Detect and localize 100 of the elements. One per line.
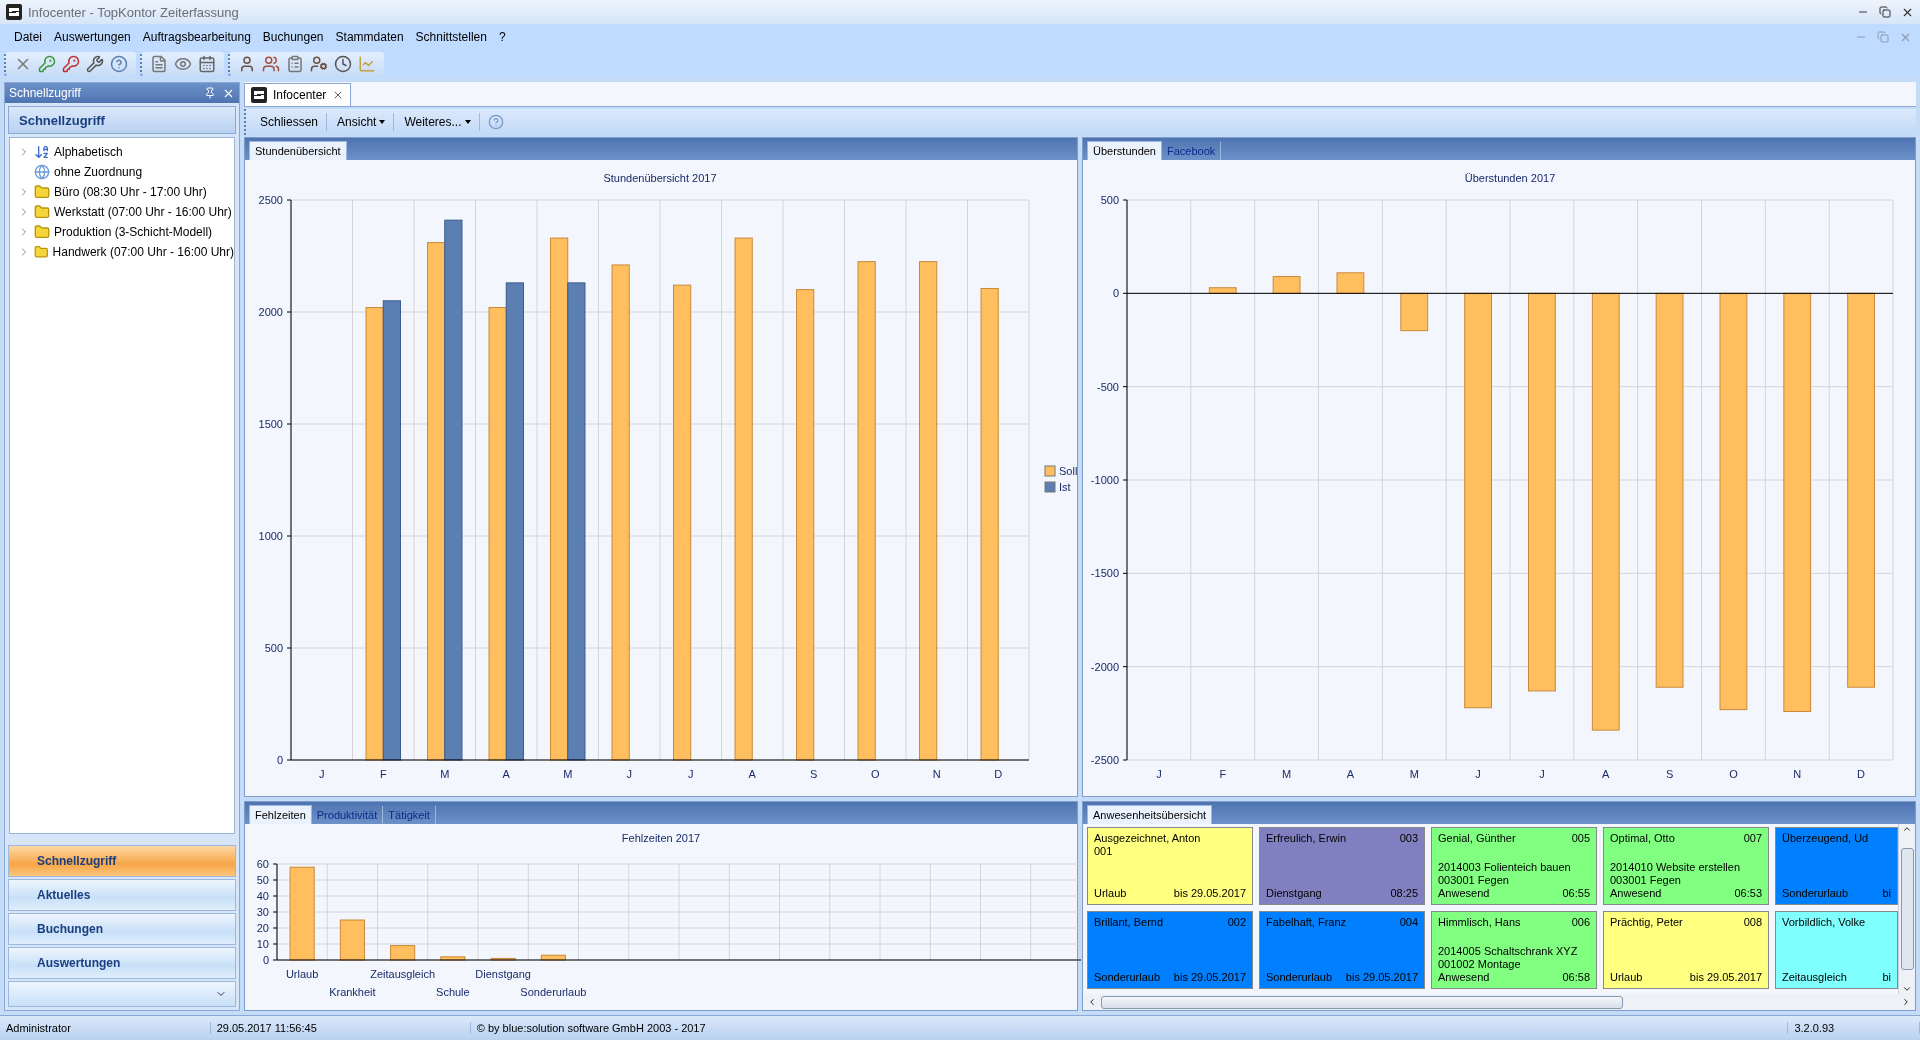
status-detail: bis 29.05.2017	[1689, 971, 1762, 984]
axis-label: D	[994, 768, 1003, 780]
status-text: 29.05.2017 11:56:45	[210, 1022, 471, 1034]
axis-label: 50	[256, 874, 269, 886]
axis-label: -1000	[1090, 474, 1119, 486]
axis-label: M	[1282, 768, 1292, 780]
panel-title: Schnellzugriff	[9, 86, 81, 100]
window-title: Infocenter - TopKontor Zeiterfassung	[28, 4, 240, 20]
employee-name: Erfreulich, Erwin	[1266, 832, 1347, 845]
card-line: 2014003 Folienteich bauen	[1438, 861, 1572, 874]
axis-label: Krankheit	[329, 986, 376, 998]
employee-number: 003	[1399, 832, 1418, 845]
status-text: 3.2.0.93	[1788, 1022, 1920, 1034]
axis-label: 500	[1100, 194, 1119, 206]
axis-label: D	[1857, 768, 1866, 780]
presence-status: Dienstgang	[1266, 887, 1322, 900]
axis-label: -500	[1096, 380, 1119, 393]
axis-label: 20	[256, 922, 269, 934]
axis-label: M	[1409, 768, 1419, 780]
employee-name: Überzeugend, Ud	[1782, 832, 1869, 845]
axis-label: N	[932, 768, 941, 780]
presence-status: Urlaub	[1610, 971, 1643, 984]
presence-status: Anwesend	[1438, 887, 1490, 900]
axis-label: J	[626, 768, 632, 780]
status-detail: 08:25	[1390, 887, 1418, 900]
axis-label: -2000	[1090, 660, 1119, 673]
axis-label: Schule	[436, 986, 470, 998]
status-detail: bis 29.05.2017	[1173, 887, 1246, 900]
employee-name: Vorbildlich, Volke	[1782, 916, 1866, 929]
axis-label: J	[1475, 768, 1481, 780]
axis-label: J	[688, 768, 694, 780]
status-detail: 06:53	[1734, 887, 1762, 900]
axis-label: 500	[264, 642, 283, 654]
chart-title: Überstunden 2017	[1464, 172, 1556, 184]
employee-number: 005	[1571, 832, 1590, 845]
axis-label: A	[1602, 768, 1610, 780]
axis-label: 60	[256, 858, 269, 870]
employee-number: 006	[1571, 916, 1590, 929]
card-line: 003001 Fegen	[1438, 874, 1510, 887]
presence-status: Sonderurlaub	[1782, 887, 1849, 900]
axis-label: 1500	[258, 418, 283, 430]
axis-label: -1500	[1090, 567, 1119, 580]
axis-label: Urlaub	[285, 968, 319, 980]
presence-status: Anwesend	[1438, 971, 1490, 984]
axis-label: M	[563, 768, 573, 780]
axis-label: Zeitausgleich	[370, 968, 436, 980]
presence-status: Sonderurlaub	[1266, 971, 1333, 984]
axis-label: F	[379, 768, 387, 780]
employee-number: 002	[1227, 916, 1246, 929]
axis-label: 30	[256, 906, 269, 918]
axis-label: J	[1156, 768, 1162, 780]
axis-label: 1000	[258, 530, 283, 542]
axis-label: 0	[1112, 287, 1119, 300]
presence-status: Anwesend	[1610, 887, 1662, 900]
employee-name: Genial, Günther	[1438, 832, 1516, 845]
card-line: 001	[1094, 845, 1114, 858]
employee-name: Fabelhaft, Franz	[1266, 916, 1347, 929]
legend-label: Soll	[1059, 465, 1078, 477]
axis-label: Dienstgang	[475, 968, 531, 980]
chart-title: Fehlzeiten 2017	[621, 832, 701, 844]
axis-label: A	[748, 768, 756, 780]
presence-status: Sonderurlaub	[1094, 971, 1161, 984]
employee-name: Brillant, Bernd	[1094, 916, 1164, 929]
employee-name: Optimal, Otto	[1610, 832, 1675, 845]
status-detail: bi	[1882, 887, 1891, 900]
employee-name: Ausgezeichnet, Anton	[1094, 832, 1201, 845]
axis-label: Sonderurlaub	[520, 986, 587, 998]
axis-label: A	[1346, 768, 1355, 780]
status-detail: bi	[1882, 971, 1891, 984]
employee-number: 008	[1743, 916, 1762, 929]
section-header: Schnellzugriff	[8, 106, 236, 134]
axis-label: S	[810, 768, 818, 780]
presence-status: Urlaub	[1094, 887, 1127, 900]
axis-label: 2000	[258, 306, 283, 318]
legend-label: Ist	[1059, 481, 1071, 493]
employee-number: 004	[1399, 916, 1418, 929]
axis-label: M	[440, 768, 450, 780]
status-detail: bis 29.05.2017	[1173, 971, 1246, 984]
status-text: Administrator	[0, 1022, 211, 1034]
axis-label: J	[319, 768, 325, 780]
card-line: 001002 Montage	[1438, 958, 1522, 971]
axis-label: O	[1729, 768, 1738, 780]
employee-number: 007	[1743, 832, 1762, 845]
axis-label: 2500	[258, 194, 283, 206]
status-detail: 06:55	[1562, 887, 1590, 900]
axis-label: N	[1793, 768, 1802, 780]
card-line: 2014010 Website erstellen	[1610, 861, 1742, 874]
axis-label: S	[1665, 768, 1674, 780]
axis-label: A	[502, 768, 510, 780]
axis-label: -2500	[1090, 754, 1119, 766]
tab-label: Infocenter	[273, 88, 327, 102]
status-detail: 06:58	[1562, 971, 1590, 984]
status-text: © by blue:solution software GmbH 2003 - 2017	[470, 1022, 1789, 1034]
axis-label: J	[1539, 768, 1545, 780]
card-line: 003001 Fegen	[1610, 874, 1682, 887]
axis-label: 40	[256, 890, 269, 902]
employee-name: Prächtig, Peter	[1610, 916, 1683, 929]
chart-title: Stundenübersicht 2017	[603, 172, 717, 184]
status-detail: bis 29.05.2017	[1345, 971, 1418, 984]
employee-name: Himmlisch, Hans	[1438, 916, 1521, 929]
